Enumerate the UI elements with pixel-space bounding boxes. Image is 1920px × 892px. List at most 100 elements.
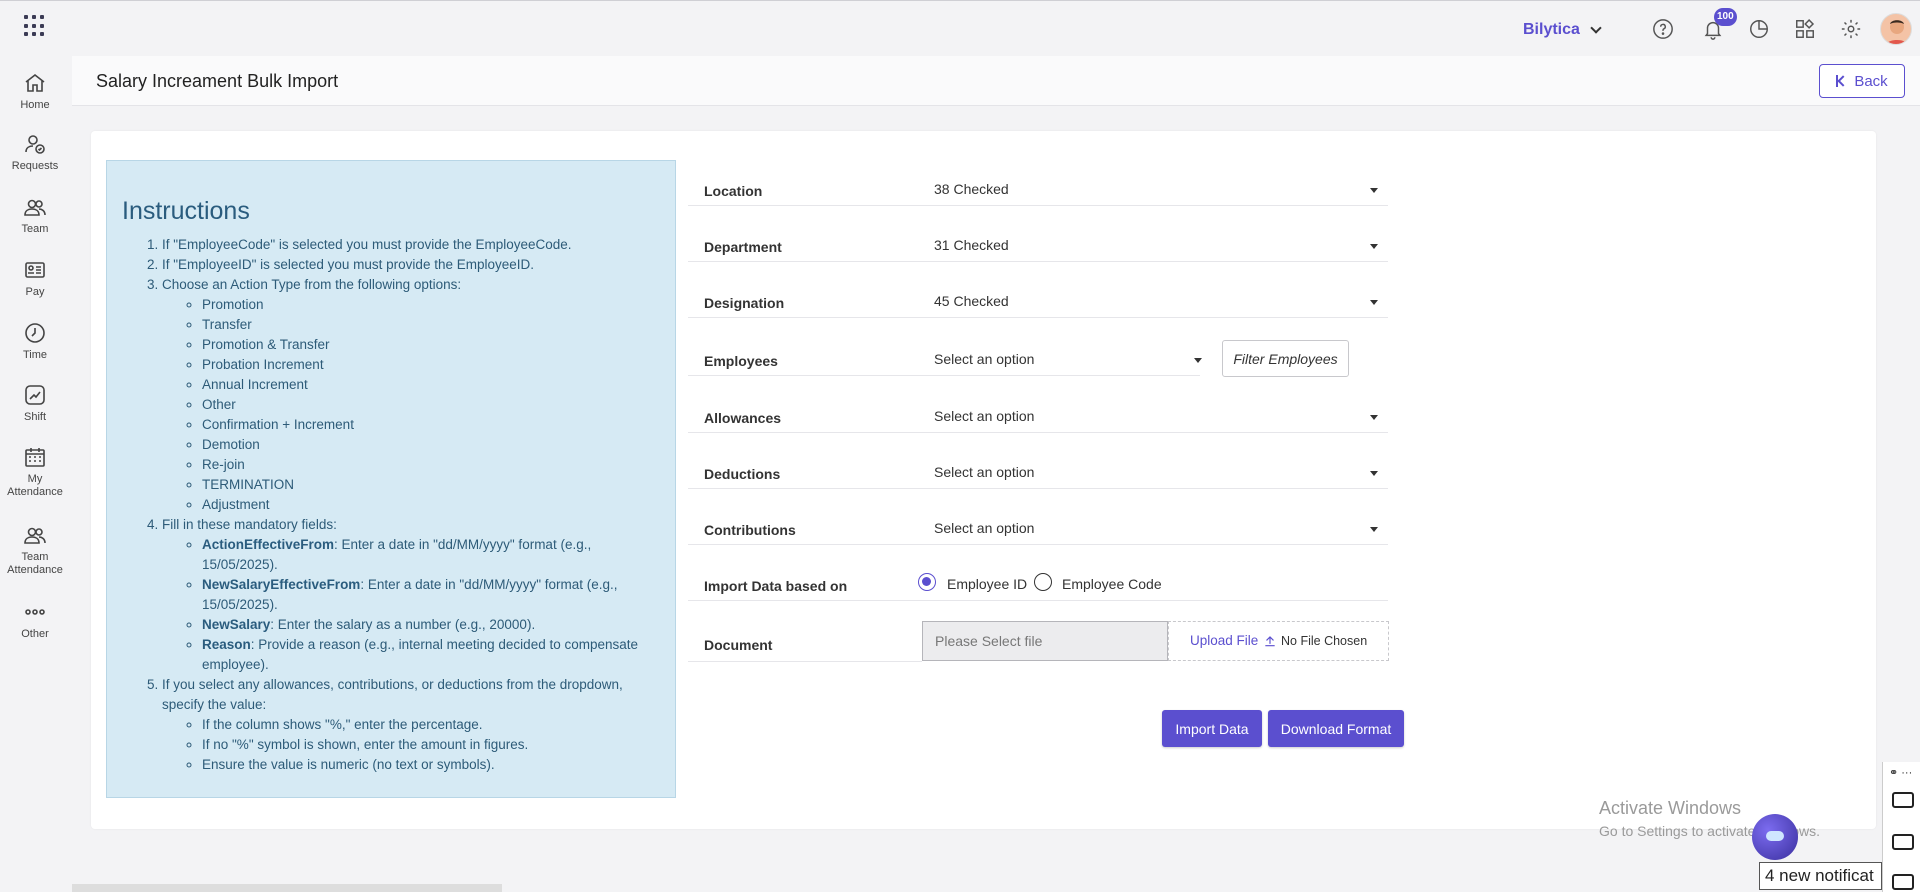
sidebar-item-label-line2: Attendance: [7, 564, 63, 576]
download-format-button[interactable]: Download Format: [1268, 710, 1404, 747]
video-icon[interactable]: [1892, 834, 1914, 850]
company-switcher[interactable]: Bilytica: [1523, 21, 1602, 39]
upload-file-label: Upload File: [1190, 633, 1259, 648]
divider: [688, 375, 1200, 376]
sidebar-item-label: Team: [21, 223, 49, 235]
designation-row: Designation 45 Checked: [688, 272, 1388, 318]
chevron-down-icon[interactable]: [1194, 358, 1202, 363]
list-item: Transfer: [202, 315, 662, 335]
camera-icon[interactable]: [1892, 792, 1914, 808]
sidebar-item-my-attendance[interactable]: My Attendance: [0, 445, 70, 499]
employees-label: Employees: [704, 353, 778, 369]
sidebar-item-label: Pay: [25, 286, 45, 298]
chatbot-icon[interactable]: [1752, 814, 1798, 860]
value-rules-list: If the column shows "%," enter the perce…: [162, 715, 662, 775]
contributions-select[interactable]: Select an option: [934, 520, 1034, 536]
sidebar-item-team[interactable]: Team: [0, 195, 70, 236]
sidebar: Home Requests Team Pay Time Shift My Att…: [0, 56, 70, 892]
shift-icon: [23, 383, 47, 407]
sidebar-item-shift[interactable]: Shift: [0, 383, 70, 424]
apps-icon[interactable]: [1794, 18, 1816, 40]
file-input[interactable]: Please Select file: [922, 621, 1168, 661]
list-item: Annual Increment: [202, 375, 662, 395]
sidebar-item-home[interactable]: Home: [0, 71, 70, 112]
list-item: Promotion & Transfer: [202, 335, 662, 355]
sidebar-item-label-line1: Team: [21, 551, 49, 563]
chevron-down-icon[interactable]: [1370, 300, 1378, 305]
deductions-select[interactable]: Select an option: [934, 464, 1034, 480]
instruction-step-3-text: Choose an Action Type from the following…: [162, 277, 462, 292]
designation-label: Designation: [704, 295, 785, 311]
filter-employees-button[interactable]: Filter Employees: [1222, 340, 1349, 377]
field-desc: : Provide a reason (e.g., internal meeti…: [202, 637, 639, 672]
instruction-step-4-text: Fill in these mandatory fields:: [162, 517, 337, 532]
location-label: Location: [704, 183, 763, 199]
back-button[interactable]: Back: [1819, 64, 1905, 98]
field-name: ActionEffectiveFrom: [202, 537, 335, 552]
allowances-select[interactable]: Select an option: [934, 408, 1034, 424]
deductions-label: Deductions: [704, 466, 781, 482]
upload-file-button[interactable]: Upload File: [1190, 633, 1277, 648]
sidebar-item-pay[interactable]: Pay: [0, 258, 70, 299]
sidebar-item-requests[interactable]: Requests: [0, 132, 70, 173]
instructions-panel: Instructions If "EmployeeCode" is select…: [106, 160, 676, 798]
back-label: Back: [1854, 72, 1888, 90]
employee-id-radio[interactable]: [918, 573, 936, 591]
location-row: Location 38 Checked: [688, 160, 1388, 206]
top-bar: Bilytica 100: [0, 0, 1920, 56]
avatar[interactable]: [1880, 13, 1912, 45]
designation-select[interactable]: 45 Checked: [934, 293, 1009, 309]
contributions-label: Contributions: [704, 522, 796, 538]
instruction-step-4: Fill in these mandatory fields: ActionEf…: [162, 515, 662, 675]
instructions-title: Instructions: [122, 197, 250, 225]
sidebar-item-label: Shift: [23, 411, 46, 423]
list-item: NewSalaryEffectiveFrom: Enter a date in …: [202, 575, 662, 615]
sidebar-item-label: Time: [22, 349, 48, 361]
department-select[interactable]: 31 Checked: [934, 237, 1009, 253]
chevron-down-icon[interactable]: [1370, 471, 1378, 476]
location-select[interactable]: 38 Checked: [934, 181, 1009, 197]
instruction-step-3: Choose an Action Type from the following…: [162, 275, 662, 515]
list-item: Demotion: [202, 435, 662, 455]
pie-chart-icon[interactable]: [1748, 18, 1770, 40]
sidebar-item-other[interactable]: Other: [0, 600, 70, 641]
department-label: Department: [704, 239, 782, 255]
field-name: NewSalaryEffectiveFrom: [202, 577, 361, 592]
contributions-row: Contributions Select an option: [688, 499, 1388, 545]
horizontal-scrollbar[interactable]: [72, 884, 502, 892]
employee-code-radio[interactable]: [1034, 573, 1052, 591]
page-title: Salary Increament Bulk Import: [96, 71, 339, 91]
gear-icon[interactable]: [1840, 18, 1862, 40]
id-card-icon: [23, 258, 47, 282]
chevron-down-icon[interactable]: [1370, 527, 1378, 532]
chevron-down-icon[interactable]: [1370, 244, 1378, 249]
link-icon[interactable]: ⚭ ···: [1889, 766, 1912, 779]
sidebar-item-time[interactable]: Time: [0, 321, 70, 362]
notification-toast[interactable]: 4 new notificat: [1759, 862, 1882, 890]
chevron-down-icon: [1590, 22, 1602, 34]
employees-select[interactable]: Select an option: [934, 351, 1034, 367]
employee-code-label[interactable]: Employee Code: [1062, 576, 1162, 592]
team-attendance-icon: [23, 523, 47, 547]
list-item: If no "%" symbol is shown, enter the amo…: [202, 735, 662, 755]
instruction-step-5-text: If you select any allowances, contributi…: [162, 677, 623, 712]
instruction-step-2: If "EmployeeID" is selected you must pro…: [162, 255, 662, 275]
list-item: NewSalary: Enter the salary as a number …: [202, 615, 662, 635]
chevron-down-icon[interactable]: [1370, 415, 1378, 420]
employee-id-label[interactable]: Employee ID: [947, 576, 1027, 592]
mandatory-fields-list: ActionEffectiveFrom: Enter a date in "dd…: [162, 535, 662, 675]
chevron-down-icon[interactable]: [1370, 188, 1378, 193]
field-name: NewSalary: [202, 617, 271, 632]
sidebar-item-team-attendance[interactable]: Team Attendance: [0, 523, 70, 577]
department-row: Department 31 Checked: [688, 216, 1388, 262]
import-data-button[interactable]: Import Data: [1162, 710, 1262, 747]
more-icon: [23, 600, 47, 624]
help-icon[interactable]: [1652, 18, 1674, 40]
list-item: Re-join: [202, 455, 662, 475]
list-item: ActionEffectiveFrom: Enter a date in "dd…: [202, 535, 662, 575]
window-icon[interactable]: [1892, 874, 1914, 890]
instructions-steps: If "EmployeeCode" is selected you must p…: [122, 235, 662, 775]
app-grid-icon[interactable]: [24, 15, 46, 37]
import-based-row: Import Data based on Employee ID Employe…: [688, 555, 1388, 601]
document-label: Document: [704, 637, 773, 653]
